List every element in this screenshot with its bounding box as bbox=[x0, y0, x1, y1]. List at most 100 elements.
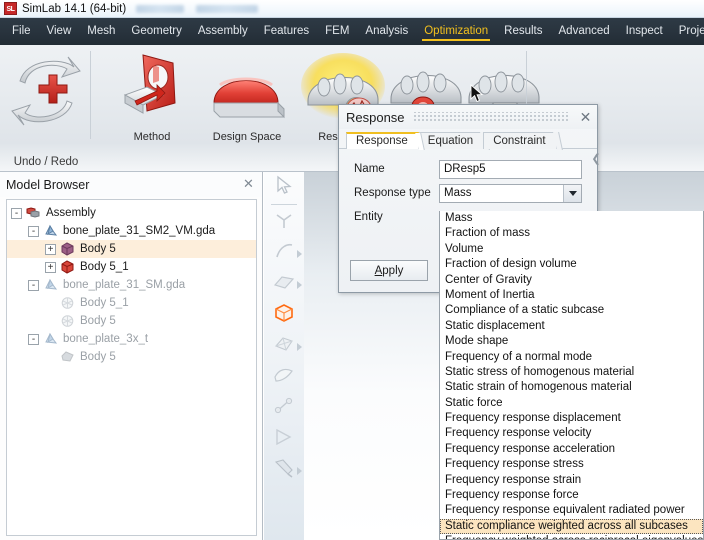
dropdown-option[interactable]: Frequency response acceleration bbox=[440, 442, 703, 457]
dropdown-option[interactable]: Center of Gravity bbox=[440, 273, 703, 288]
pointer-select-icon bbox=[274, 175, 294, 200]
response-type-label: Response type bbox=[354, 187, 431, 199]
dropdown-option[interactable]: Compliance of a static subcase bbox=[440, 303, 703, 318]
menu-item-optimization[interactable]: Optimization bbox=[416, 20, 496, 43]
menu-item-assembly[interactable]: Assembly bbox=[190, 20, 256, 43]
drag-grip-icon[interactable] bbox=[412, 111, 570, 123]
select-filter-vertex-select[interactable] bbox=[264, 207, 304, 238]
tree-item[interactable]: Body 5 bbox=[7, 312, 256, 330]
ribbon-button-method[interactable]: Method bbox=[106, 51, 198, 143]
menu-item-inspect[interactable]: Inspect bbox=[618, 20, 671, 43]
mesh-select-icon bbox=[273, 334, 295, 359]
menu-item-features[interactable]: Features bbox=[256, 20, 317, 43]
model-tree[interactable]: - Assembly - bone_plate_31_SM2_VM.gda + Body … bbox=[6, 199, 257, 536]
menu-item-analysis[interactable]: Analysis bbox=[357, 20, 416, 43]
dropdown-option[interactable]: Mass bbox=[440, 211, 703, 226]
dropdown-option[interactable]: Frequency response displacement bbox=[440, 411, 703, 426]
select-filter-node-select[interactable] bbox=[264, 393, 304, 424]
menu-item-project[interactable]: Project bbox=[671, 20, 704, 43]
tree-item[interactable]: - bone_plate_3x_t bbox=[7, 330, 256, 348]
body-grey-icon bbox=[60, 314, 75, 328]
dropdown-option[interactable]: Frequency response strain bbox=[440, 473, 703, 488]
select-filter-body-select[interactable] bbox=[264, 300, 304, 331]
menu-item-file[interactable]: File bbox=[4, 20, 39, 43]
dropdown-option[interactable]: Frequency response velocity bbox=[440, 426, 703, 441]
tree-item[interactable]: Body 5 bbox=[7, 348, 256, 366]
menu-item-advanced[interactable]: Advanced bbox=[551, 20, 618, 43]
apply-accel: A bbox=[374, 264, 383, 277]
dropdown-option[interactable]: Frequency weighted across reciprocal eig… bbox=[440, 534, 703, 539]
response-dialog-tabs: Response Equation Constraint bbox=[346, 129, 597, 150]
tree-expander-icon[interactable]: + bbox=[45, 243, 56, 255]
dropdown-option[interactable]: Static strain of homogenous material bbox=[440, 380, 703, 395]
dropdown-option[interactable]: Fraction of design volume bbox=[440, 257, 703, 272]
tree-item[interactable]: - Assembly bbox=[7, 204, 256, 222]
submenu-arrow-icon[interactable] bbox=[297, 281, 302, 289]
tree-expander-icon[interactable]: - bbox=[28, 333, 39, 345]
model-icon bbox=[43, 332, 58, 346]
tree-item[interactable]: - bone_plate_31_SM2_VM.gda bbox=[7, 222, 256, 240]
tree-item[interactable]: + Body 5_1 bbox=[7, 258, 256, 276]
assembly-icon bbox=[26, 206, 41, 220]
dropdown-option[interactable]: Frequency response equivalent radiated p… bbox=[440, 503, 703, 518]
menu-item-view[interactable]: View bbox=[39, 20, 80, 43]
dropdown-option[interactable]: Mode shape bbox=[440, 334, 703, 349]
dropdown-option[interactable]: Moment of Inertia bbox=[440, 288, 703, 303]
tree-expander-icon[interactable]: - bbox=[11, 207, 22, 219]
body-solid-grey-icon bbox=[60, 350, 75, 364]
submenu-arrow-icon[interactable] bbox=[297, 467, 302, 475]
dropdown-option[interactable]: Frequency response force bbox=[440, 488, 703, 503]
tree-item[interactable]: Body 5_1 bbox=[7, 294, 256, 312]
tree-expander-icon[interactable]: + bbox=[45, 261, 56, 273]
redacted-path-text bbox=[136, 4, 259, 13]
menu-item-fem[interactable]: FEM bbox=[317, 20, 357, 43]
design-space-icon bbox=[213, 77, 285, 119]
tab-constraint[interactable]: Constraint bbox=[483, 132, 563, 150]
submenu-arrow-icon[interactable] bbox=[297, 343, 302, 351]
tab-equation[interactable]: Equation bbox=[417, 132, 491, 150]
tab-edge bbox=[552, 132, 563, 150]
tree-expander-icon[interactable]: - bbox=[28, 225, 39, 237]
select-filter-edge-select[interactable] bbox=[264, 238, 304, 269]
dropdown-option[interactable]: Static displacement bbox=[440, 319, 703, 334]
name-input[interactable] bbox=[439, 159, 582, 179]
dropdown-option[interactable]: Static stress of homogenous material bbox=[440, 365, 703, 380]
dropdown-option[interactable]: Frequency of a normal mode bbox=[440, 350, 703, 365]
apply-button[interactable]: Apply bbox=[350, 260, 428, 281]
ribbon-button-design-space[interactable]: Design Space bbox=[196, 51, 298, 143]
close-icon[interactable]: ✕ bbox=[578, 109, 593, 126]
response-dialog-titlebar[interactable]: Response ✕ bbox=[339, 105, 597, 129]
model-browser-header: Model Browser ✕ bbox=[0, 172, 262, 197]
surface-select-icon bbox=[273, 365, 295, 390]
chevron-down-icon[interactable] bbox=[563, 184, 581, 202]
dropdown-option[interactable]: Static compliance weighted across all su… bbox=[440, 518, 703, 535]
dropdown-option[interactable]: Volume bbox=[440, 242, 703, 257]
menu-item-mesh[interactable]: Mesh bbox=[79, 20, 123, 43]
select-filter-mesh-select[interactable] bbox=[264, 331, 304, 362]
response-type-dropdown-list[interactable]: Mass Fraction of mass Volume Fraction of de… bbox=[439, 211, 704, 540]
tab-response[interactable]: Response bbox=[346, 132, 425, 150]
tree-item-label: Assembly bbox=[46, 207, 96, 219]
tree-item[interactable]: - bone_plate_31_SM.gda bbox=[7, 276, 256, 294]
dropdown-option[interactable]: Frequency response stress bbox=[440, 457, 703, 472]
dropdown-option[interactable]: Static force bbox=[440, 396, 703, 411]
select-filter-element-select[interactable] bbox=[264, 424, 304, 455]
select-filter-surface-select[interactable] bbox=[264, 362, 304, 393]
select-filter-face-select[interactable] bbox=[264, 269, 304, 300]
tree-item-label: bone_plate_3x_t bbox=[63, 333, 149, 345]
select-filter-paint-select[interactable] bbox=[264, 455, 304, 486]
collapse-panel-icon[interactable]: ❮ bbox=[591, 118, 600, 198]
select-filter-pointer-select[interactable] bbox=[264, 172, 304, 203]
close-icon[interactable]: ✕ bbox=[242, 177, 255, 190]
body-red-icon bbox=[60, 260, 75, 274]
tree-item[interactable]: + Body 5 bbox=[7, 240, 256, 258]
undo-redo-button[interactable] bbox=[10, 51, 82, 131]
menu-item-geometry[interactable]: Geometry bbox=[123, 20, 190, 43]
ribbon-button-label-design-space: Design Space bbox=[212, 131, 282, 143]
tree-expander-icon[interactable]: - bbox=[28, 279, 39, 291]
menu-item-results[interactable]: Results bbox=[496, 20, 550, 43]
submenu-arrow-icon[interactable] bbox=[297, 250, 302, 258]
response-type-combobox[interactable]: Mass bbox=[439, 183, 582, 203]
dropdown-option[interactable]: Fraction of mass bbox=[440, 226, 703, 241]
ribbon-button-label-method: Method bbox=[133, 131, 171, 143]
